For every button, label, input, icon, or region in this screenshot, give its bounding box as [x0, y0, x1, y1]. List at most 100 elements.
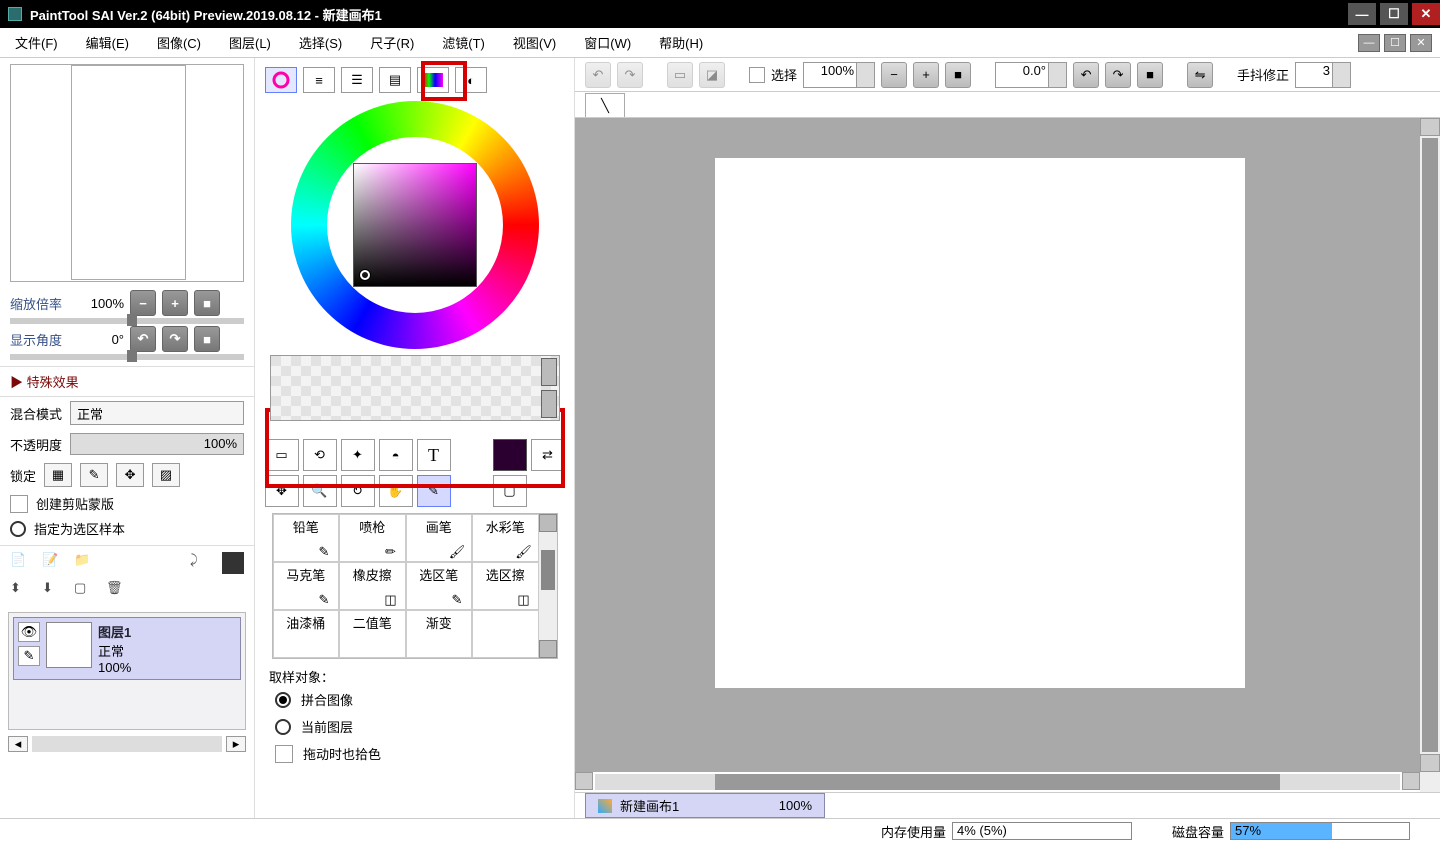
brush-selerase[interactable]: 选区擦◫ [472, 562, 539, 610]
swatch-scroll-down[interactable] [541, 390, 557, 418]
document-tab[interactable]: 新建画布1 100% [585, 793, 825, 818]
canvas-angle-input[interactable]: 0.0° [995, 62, 1067, 88]
color-wheel-tab[interactable] [265, 67, 297, 93]
brush-scroll-thumb[interactable] [541, 550, 555, 590]
swatch-panel[interactable] [270, 355, 560, 421]
redo-button[interactable]: ↷ [617, 62, 643, 88]
layer-scroll-left[interactable]: ◂ [8, 736, 28, 752]
zoom-out-button[interactable]: − [130, 290, 156, 316]
menu-filter[interactable]: 滤镜(T) [442, 33, 485, 52]
brush-binary[interactable]: 二值笔 [339, 610, 406, 658]
gray-slider-tab[interactable]: ▤ [379, 67, 411, 93]
rotate-cw-button[interactable]: ↷ [162, 326, 188, 352]
merge-button[interactable]: ⬍ [10, 580, 32, 602]
canvas-zoom-out[interactable]: − [881, 62, 907, 88]
selection-sample-radio[interactable] [10, 521, 26, 537]
brush-selpen[interactable]: 选区笔✎ [406, 562, 473, 610]
lock-move-button[interactable]: ✥ [116, 463, 144, 487]
undo-button[interactable]: ↶ [585, 62, 611, 88]
brush-brush[interactable]: 画笔🖌 [406, 514, 473, 562]
clip-mask-checkbox[interactable] [10, 495, 28, 513]
transfer-down-button[interactable]: ⤸ [190, 552, 212, 574]
new-linework-button[interactable]: 📝 [42, 552, 64, 574]
maximize-button[interactable]: ☐ [1380, 3, 1408, 25]
canvas-zoom-in[interactable]: + [913, 62, 939, 88]
deselect-button[interactable]: ▭ [667, 62, 693, 88]
flip-h-button[interactable]: ⇋ [1187, 62, 1213, 88]
brush-eraser[interactable]: 橡皮擦◫ [339, 562, 406, 610]
doc-icon [598, 799, 612, 813]
menu-view[interactable]: 视图(V) [513, 33, 556, 52]
brush-gradient[interactable]: 渐变 [406, 610, 473, 658]
drag-pick-checkbox[interactable] [275, 745, 293, 763]
canvas-zoom-input[interactable]: 100% [803, 62, 875, 88]
lock-draw-button[interactable]: ✎ [80, 463, 108, 487]
brush-watercolor[interactable]: 水彩笔🖌 [472, 514, 539, 562]
stabilizer-input[interactable]: 3 [1295, 62, 1351, 88]
canvas-zoom-reset[interactable]: ■ [945, 62, 971, 88]
flatten-button[interactable]: ⬇ [42, 580, 64, 602]
canvas-rotate-cw[interactable]: ↷ [1105, 62, 1131, 88]
sample-current-radio[interactable] [275, 719, 291, 735]
menu-help[interactable]: 帮助(H) [659, 33, 703, 52]
child-restore-button[interactable]: ☐ [1384, 34, 1406, 52]
vertical-scrollbar[interactable] [1420, 118, 1440, 772]
menu-file[interactable]: 文件(F) [15, 33, 58, 52]
horizontal-scrollbar[interactable] [575, 772, 1420, 792]
menu-layer[interactable]: 图层(L) [229, 33, 271, 52]
blend-mode-select[interactable]: 正常 [70, 401, 244, 425]
layer-thumbnail [46, 622, 92, 668]
rgb-slider-tab[interactable]: ≡ [303, 67, 335, 93]
new-layer-button[interactable]: 📄 [10, 552, 32, 574]
rotate-ccw-button[interactable]: ↶ [130, 326, 156, 352]
brush-bucket[interactable]: 油漆桶 [273, 610, 340, 658]
special-effects-toggle[interactable]: ▶ 特殊效果 [0, 366, 254, 397]
canvas-document[interactable] [715, 158, 1245, 688]
zoom-reset-button[interactable]: ■ [194, 290, 220, 316]
close-button[interactable]: ✕ [1412, 3, 1440, 25]
opacity-slider[interactable]: 100% [70, 433, 244, 455]
new-folder-button[interactable]: 📁 [74, 552, 96, 574]
menu-select[interactable]: 选择(S) [299, 33, 342, 52]
hsv-slider-tab[interactable]: ☰ [341, 67, 373, 93]
minimize-button[interactable]: — [1348, 3, 1376, 25]
canvas-viewport[interactable] [575, 118, 1420, 772]
color-wheel[interactable] [291, 101, 539, 349]
line-tool-tab[interactable]: ╲ [585, 93, 625, 117]
rotate-reset-button[interactable]: ■ [194, 326, 220, 352]
zoom-in-button[interactable]: + [162, 290, 188, 316]
sample-merged-radio[interactable] [275, 692, 291, 708]
lock-alpha-button[interactable]: ▨ [152, 463, 180, 487]
menu-window[interactable]: 窗口(W) [584, 33, 631, 52]
visibility-toggle[interactable]: 👁 [18, 622, 40, 642]
clear-layer-button[interactable]: ▢ [74, 580, 96, 602]
swatch-scroll-up[interactable] [541, 358, 557, 386]
child-close-button[interactable]: ✕ [1410, 34, 1432, 52]
layer-item[interactable]: 👁 ✎ 图层1 正常 100% [13, 617, 241, 680]
menu-ruler[interactable]: 尺子(R) [370, 33, 414, 52]
invert-sel-button[interactable]: ◪ [699, 62, 725, 88]
layer-scroll-right[interactable]: ▸ [226, 736, 246, 752]
lock-all-button[interactable]: ▦ [44, 463, 72, 487]
brush-airbrush[interactable]: 喷枪✏ [339, 514, 406, 562]
color-tools-panel: ≡ ☰ ▤ ◐ ▭ ⟲ ✦ ◓ T ⇄ ✥ [255, 58, 575, 818]
brush-empty[interactable] [472, 610, 539, 658]
select-checkbox[interactable] [749, 67, 765, 83]
brush-pencil[interactable]: 铅笔✎ [273, 514, 340, 562]
app-icon [8, 7, 22, 21]
brush-marker[interactable]: 马克笔✎ [273, 562, 340, 610]
brush-scroll-up[interactable] [539, 514, 557, 532]
highlight-swatch-tab [421, 61, 467, 101]
navigator-preview[interactable] [10, 64, 244, 282]
navigator-panel: 缩放倍率 100% − + ■ 显示角度 0° ↶ ↷ ■ ▶ 特殊效果 混合模… [0, 58, 255, 818]
child-minimize-button[interactable]: — [1358, 34, 1380, 52]
delete-layer-button[interactable]: 🗑 [106, 580, 128, 602]
brush-scroll-down[interactable] [539, 640, 557, 658]
canvas-rotate-reset[interactable]: ■ [1137, 62, 1163, 88]
edit-toggle[interactable]: ✎ [18, 646, 40, 666]
canvas-rotate-ccw[interactable]: ↶ [1073, 62, 1099, 88]
menu-edit[interactable]: 编辑(E) [86, 33, 129, 52]
menu-image[interactable]: 图像(C) [157, 33, 201, 52]
mask-button[interactable] [222, 552, 244, 574]
window-title: PaintTool SAI Ver.2 (64bit) Preview.2019… [30, 5, 382, 24]
